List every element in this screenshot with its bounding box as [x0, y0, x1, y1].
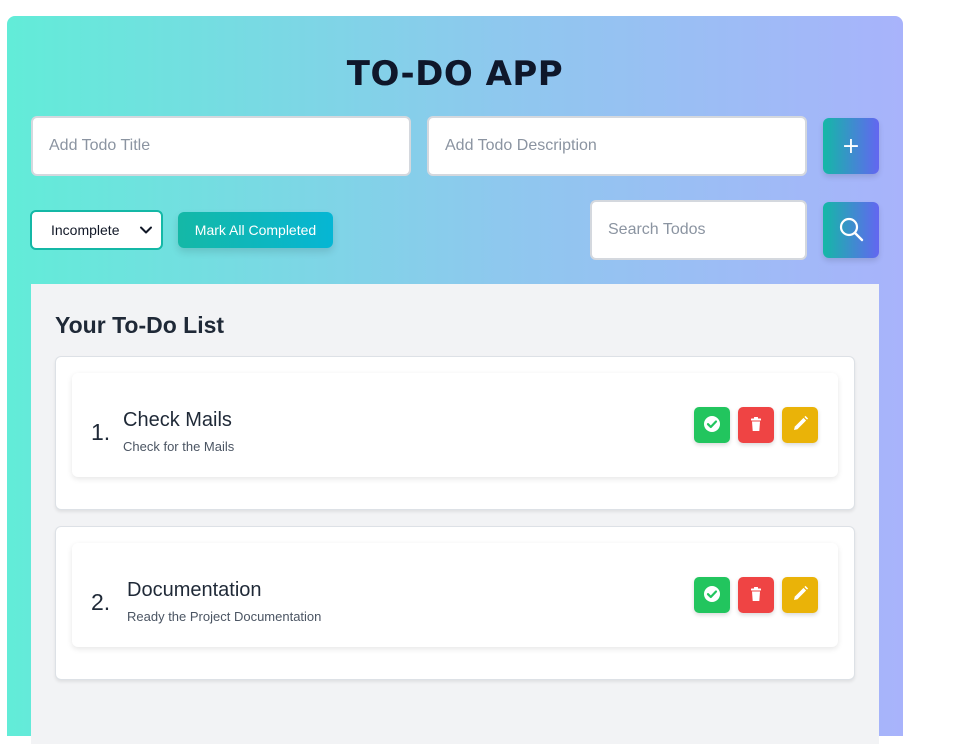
search-icon	[837, 215, 865, 246]
filter-select[interactable]: Incomplete	[30, 210, 163, 250]
delete-button[interactable]	[738, 577, 774, 613]
plus-icon: +	[841, 133, 861, 159]
todo-description: Check for the Mails	[123, 439, 235, 454]
todo-description: Ready the Project Documentation	[127, 609, 322, 624]
edit-button[interactable]	[782, 577, 818, 613]
list-heading: Your To-Do List	[55, 312, 225, 338]
todo-list-panel: Your To-Do List 1. Check Mails Check for…	[31, 284, 879, 744]
todo-item: 1. Check Mails Check for the Mails	[72, 373, 838, 477]
trash-icon	[748, 416, 764, 435]
mark-all-completed-button[interactable]: Mark All Completed	[178, 212, 333, 248]
complete-button[interactable]	[694, 577, 730, 613]
todo-title: Check Mails	[123, 409, 232, 431]
todo-item-card: 1. Check Mails Check for the Mails	[55, 356, 855, 510]
todo-item-card: 2. Documentation Ready the Project Docum…	[55, 526, 855, 680]
complete-button[interactable]	[694, 407, 730, 443]
check-circle-icon	[703, 415, 721, 436]
app-container: TO-DO APP + Incomplete Mark All Complete…	[7, 16, 903, 744]
add-todo-button[interactable]: +	[823, 118, 879, 174]
chevron-down-icon	[139, 223, 153, 240]
check-circle-icon	[703, 585, 721, 606]
app-title: TO-DO APP	[346, 54, 564, 94]
edit-button[interactable]	[782, 407, 818, 443]
todo-title-input[interactable]	[31, 116, 411, 176]
search-button[interactable]	[823, 202, 879, 258]
pencil-icon	[792, 415, 809, 435]
todo-number: 2.	[91, 589, 111, 615]
todo-number: 1.	[91, 419, 111, 445]
delete-button[interactable]	[738, 407, 774, 443]
filter-selected-value: Incomplete	[51, 222, 120, 238]
todo-title: Documentation	[127, 579, 262, 601]
search-input[interactable]	[590, 200, 807, 260]
pencil-icon	[792, 585, 809, 605]
todo-item: 2. Documentation Ready the Project Docum…	[72, 543, 838, 647]
todo-description-input[interactable]	[427, 116, 807, 176]
trash-icon	[748, 586, 764, 605]
